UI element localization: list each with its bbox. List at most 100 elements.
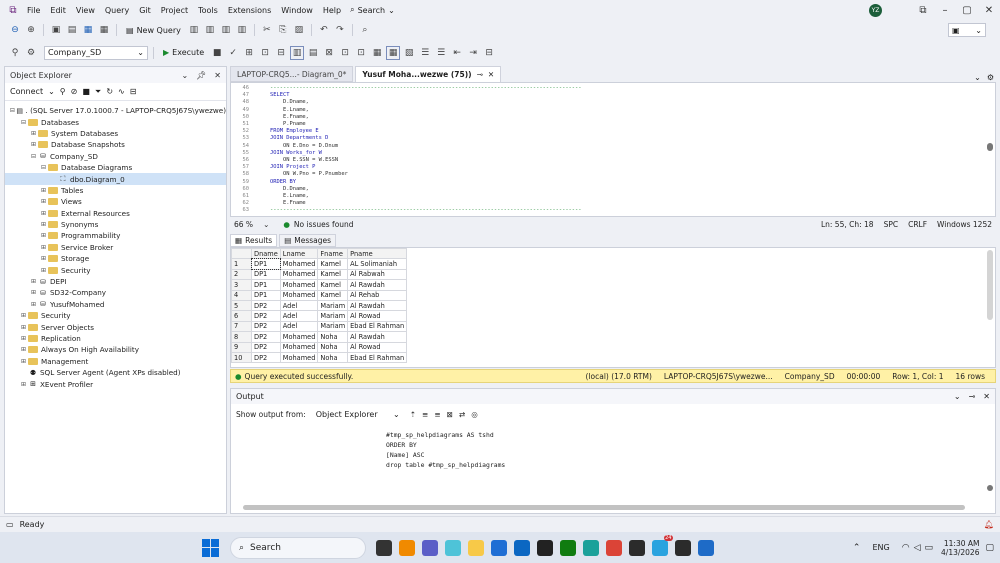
row-number[interactable]: 1 bbox=[231, 258, 252, 270]
row-number[interactable]: 4 bbox=[231, 289, 252, 301]
chevron-down-icon[interactable]: ⌄ bbox=[181, 71, 188, 80]
grid-cell[interactable]: Noha bbox=[317, 331, 349, 343]
chevron-up-icon[interactable]: ⌃ bbox=[853, 543, 861, 553]
chevron-down-icon[interactable]: ⌄ bbox=[48, 87, 55, 96]
clock[interactable]: 11:30 AM 4/13/2026 bbox=[941, 539, 979, 557]
output-hscrollbar[interactable] bbox=[243, 505, 965, 510]
row-number[interactable]: 9 bbox=[231, 341, 252, 353]
column-header[interactable]: Dname bbox=[251, 248, 281, 260]
menu-file[interactable]: File bbox=[22, 6, 45, 15]
azure-data-studio-icon[interactable] bbox=[513, 539, 530, 556]
expand-icon[interactable]: ⊞ bbox=[19, 312, 28, 319]
expand-icon[interactable]: ⊞ bbox=[29, 289, 38, 296]
pin-icon[interactable]: ⊸ bbox=[969, 392, 976, 401]
teams-icon[interactable] bbox=[421, 539, 438, 556]
menu-project[interactable]: Project bbox=[156, 6, 193, 15]
layout-dropdown[interactable]: ▣ ⌄ bbox=[948, 23, 986, 37]
grid-cell[interactable]: Mohamed bbox=[279, 258, 319, 270]
tree-node[interactable]: ⊟ Databases bbox=[5, 116, 226, 127]
column-header[interactable]: Fname bbox=[317, 248, 349, 260]
tree-node[interactable]: ⊞ Database Snapshots bbox=[5, 139, 226, 150]
find-message-icon[interactable]: ⇡ bbox=[410, 410, 416, 419]
minimize-icon[interactable]: – bbox=[934, 5, 956, 16]
analysis-query-icon[interactable]: ▥ bbox=[203, 23, 217, 37]
grid-cell[interactable]: DP1 bbox=[251, 268, 281, 281]
expand-icon[interactable]: ⊞ bbox=[29, 130, 38, 137]
code-area[interactable]: 46 -------------------------------------… bbox=[231, 85, 971, 215]
settings-icon[interactable]: ⚙ bbox=[987, 73, 994, 82]
menu-edit[interactable]: Edit bbox=[45, 6, 71, 15]
grid-cell[interactable]: DP1 bbox=[250, 257, 282, 271]
expand-icon[interactable]: ⊞ bbox=[19, 346, 28, 353]
open-icon[interactable]: ▤ bbox=[65, 23, 79, 37]
user-avatar[interactable]: YZ bbox=[869, 3, 882, 17]
restore-layout-icon[interactable]: ⧉ bbox=[912, 5, 934, 16]
editor-scrollbar[interactable] bbox=[987, 143, 993, 151]
grid-cell[interactable]: Mohamed bbox=[279, 351, 319, 364]
telegram-icon[interactable]: 24 bbox=[651, 534, 673, 556]
collapse-icon[interactable]: ⊟ bbox=[29, 153, 38, 160]
pin-icon[interactable]: 📌︎ bbox=[196, 71, 206, 80]
tree-node[interactable]: ⊞ ⛁ DEPI bbox=[5, 276, 226, 287]
table-row[interactable]: 9 DP2 Mohamed Noha Al Rowad bbox=[231, 341, 408, 353]
expand-icon[interactable]: ⊞ bbox=[39, 210, 48, 217]
tree-node[interactable]: ⊟ ⛁ Company_SD bbox=[5, 151, 226, 162]
grid-cell[interactable]: DP2 bbox=[251, 299, 281, 312]
zoom-level[interactable]: 66 % bbox=[234, 220, 253, 229]
forward-icon[interactable]: ⊕ bbox=[24, 23, 38, 37]
tree-node[interactable]: ⊞ Security bbox=[5, 264, 226, 275]
grid-cell[interactable]: Al Rawdah bbox=[347, 331, 408, 343]
results-to-file-icon[interactable]: ▥ bbox=[290, 45, 305, 60]
tree-node[interactable]: ⛶ dbo.Diagram_0 bbox=[5, 173, 226, 185]
stop-icon[interactable]: ■ bbox=[82, 87, 90, 96]
grid-cell[interactable]: DP2 bbox=[251, 310, 281, 322]
close-icon[interactable]: ✕ bbox=[214, 71, 221, 80]
expand-icon[interactable]: ⊞ bbox=[19, 381, 28, 388]
back-icon[interactable]: ⊖ bbox=[8, 23, 22, 37]
menu-window[interactable]: Window bbox=[276, 6, 318, 15]
tree-node[interactable]: ⊞ System Databases bbox=[5, 128, 226, 139]
xmla-icon[interactable]: ▥ bbox=[235, 23, 249, 37]
close-icon[interactable]: ✕ bbox=[488, 70, 494, 79]
filter-icon[interactable]: ⏷ bbox=[95, 87, 101, 97]
grid-cell[interactable]: Mohamed bbox=[279, 268, 319, 281]
activity-monitor-icon[interactable]: ∿ bbox=[118, 87, 125, 96]
tree-node[interactable]: ⚉ SQL Server Agent (Agent XPs disabled) bbox=[5, 367, 226, 378]
copy-icon[interactable]: ⎘ bbox=[276, 23, 290, 37]
clear-all-icon[interactable]: ⊠ bbox=[447, 410, 453, 419]
tree-node[interactable]: ⊞ Management bbox=[5, 356, 226, 367]
menu-help[interactable]: Help bbox=[318, 6, 346, 15]
client-stats-icon[interactable]: ⊡ bbox=[354, 46, 368, 60]
xbox-icon[interactable] bbox=[559, 539, 576, 556]
results-grid[interactable]: Dname Lname Fname Pname 1 DP1 Mohamed Kamel AL … bbox=[230, 247, 996, 368]
file-explorer-icon[interactable] bbox=[467, 539, 484, 556]
table-row[interactable]: 10 DP2 Mohamed Noha Ebad El Rahman bbox=[231, 351, 408, 364]
disconnect-icon[interactable]: ⊘ bbox=[71, 87, 78, 96]
tab-list-icon[interactable]: ⌄ bbox=[974, 73, 981, 82]
expand-icon[interactable]: ⊞ bbox=[19, 335, 28, 342]
grid-cell[interactable]: Adel bbox=[279, 320, 319, 333]
connect-icon[interactable]: ⚲ bbox=[8, 46, 22, 60]
grid-cell[interactable]: Noha bbox=[317, 351, 349, 364]
grid-cell[interactable]: Mohamed bbox=[279, 279, 319, 291]
ssms-icon[interactable] bbox=[697, 539, 714, 556]
collapse-icon[interactable]: ⊟ bbox=[130, 87, 137, 96]
tree-node[interactable]: ⊞ Programmability bbox=[5, 230, 226, 241]
grid-cell[interactable]: Ebad El Rahman bbox=[347, 320, 408, 333]
new-project-icon[interactable]: ▣ bbox=[49, 23, 63, 37]
connect-plug-icon[interactable]: ⚲ bbox=[60, 87, 66, 96]
collapse-icon[interactable]: ⊟ bbox=[39, 164, 48, 171]
expand-icon[interactable]: ⊞ bbox=[29, 301, 38, 308]
grid-cell[interactable]: Mariam bbox=[317, 320, 349, 333]
results-to-grid-icon[interactable]: ⊟ bbox=[274, 46, 288, 60]
row-number[interactable]: 10 bbox=[231, 351, 252, 364]
grid-cell[interactable]: Mohamed bbox=[279, 289, 319, 301]
grid-cell[interactable]: DP2 bbox=[251, 341, 281, 353]
tree-node[interactable]: ⊞ Replication bbox=[5, 333, 226, 344]
grid-cell[interactable]: Mariam bbox=[317, 310, 349, 322]
grid-cell[interactable]: AL Solimaniah bbox=[347, 258, 408, 270]
row-number[interactable]: 3 bbox=[231, 279, 252, 291]
table-row[interactable]: 6 DP2 Adel Mariam Al Rowad bbox=[231, 310, 408, 322]
uncomment-icon[interactable]: ☰ bbox=[434, 46, 448, 60]
taskbar-search[interactable]: ⌕ Search bbox=[230, 536, 366, 559]
